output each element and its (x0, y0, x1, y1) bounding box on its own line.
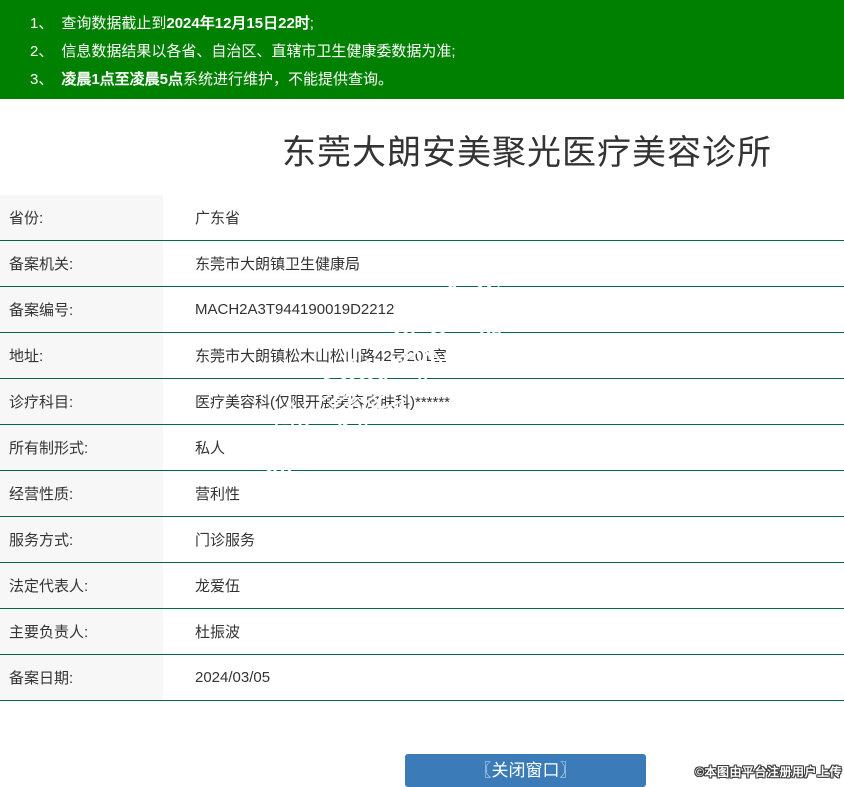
field-value: 龙爱伍 (195, 578, 241, 595)
field-value: 医疗美容科(仅限开展美容皮肤科)****** (195, 394, 451, 411)
field-value: 杜振波 (195, 624, 241, 641)
close-window-button[interactable]: 〖关闭窗口〗 (405, 754, 646, 787)
notice-text-bold: 2024年12月15日22时 (166, 15, 310, 32)
page-title: 东莞大朗安美聚光医疗美容诊所 (282, 134, 772, 172)
notice-number: 3、 (30, 71, 54, 88)
row-address: 地址: 东莞市大朗镇松木山松山路42号201室 (0, 333, 844, 379)
row-operation-nature: 经营性质: 营利性 (0, 471, 844, 517)
row-treatment-subjects: 诊疗科目: 医疗美容科(仅限开展美容皮肤科)****** (0, 379, 844, 425)
notice-line-2: 2、 信息数据结果以各省、自治区、直辖市卫生健康委数据为准; (30, 38, 834, 66)
field-label: 法定代表人: (0, 563, 163, 608)
field-value: 东莞市大朗镇卫生健康局 (195, 256, 361, 273)
field-value: 营利性 (195, 486, 241, 503)
notice-text: 查询数据截止到 (61, 15, 167, 32)
notice-line-1: 1、 查询数据截止到2024年12月15日22时; (30, 10, 834, 38)
field-value: 2024/03/05 (195, 669, 271, 686)
field-label: 备案机关: (0, 241, 163, 286)
row-filing-number: 备案编号: MACH2A3T944190019D2212 (0, 287, 844, 333)
field-value: 东莞市大朗镇松木山松山路42号201室 (195, 348, 447, 365)
row-filing-authority: 备案机关: 东莞市大朗镇卫生健康局 (0, 241, 844, 287)
field-label: 省份: (0, 195, 163, 240)
row-service-mode: 服务方式: 门诊服务 (0, 517, 844, 563)
field-label: 服务方式: (0, 517, 163, 562)
row-province: 省份: 广东省 (0, 195, 844, 241)
notice-text: ; (309, 15, 314, 32)
field-value: 门诊服务 (195, 532, 256, 549)
row-principal-person: 主要负责人: 杜振波 (0, 609, 844, 655)
notice-text: 系统进行维护，不能提供查询。 (183, 71, 394, 88)
field-value: 广东省 (195, 210, 241, 227)
field-value: MACH2A3T944190019D2212 (195, 301, 395, 318)
notice-text: 信息数据结果以各省、自治区、直辖市卫生健康委数据为准; (61, 43, 456, 60)
record-table: 省份: 广东省 备案机关: 东莞市大朗镇卫生健康局 备案编号: MACH2A3T… (0, 195, 844, 701)
notice-number: 2、 (30, 43, 54, 60)
medical-record-query-page: { "notices": { "items": [ { "num": "1、",… (0, 0, 844, 787)
field-label: 诊疗科目: (0, 379, 163, 424)
field-label: 经营性质: (0, 471, 163, 516)
row-legal-representative: 法定代表人: 龙爱伍 (0, 563, 844, 609)
notice-bar: 1、 查询数据截止到2024年12月15日22时; 2、 信息数据结果以各省、自治区… (0, 0, 844, 99)
row-filing-date: 备案日期: 2024/03/05 (0, 655, 844, 701)
field-label: 主要负责人: (0, 609, 163, 654)
notice-text-bold: 凌晨1点至凌晨5点 (61, 71, 184, 88)
field-value: 私人 (195, 440, 226, 457)
field-label: 备案编号: (0, 287, 163, 332)
notice-number: 1、 (30, 15, 54, 32)
field-label: 所有制形式: (0, 425, 163, 470)
field-label: 地址: (0, 333, 163, 378)
notice-line-3: 3、 凌晨1点至凌晨5点系统进行维护，不能提供查询。 (30, 66, 834, 94)
copyright-note: ©本图由平台注册用户上传 (695, 765, 842, 779)
row-ownership-type: 所有制形式: 私人 (0, 425, 844, 471)
field-label: 备案日期: (0, 655, 163, 700)
